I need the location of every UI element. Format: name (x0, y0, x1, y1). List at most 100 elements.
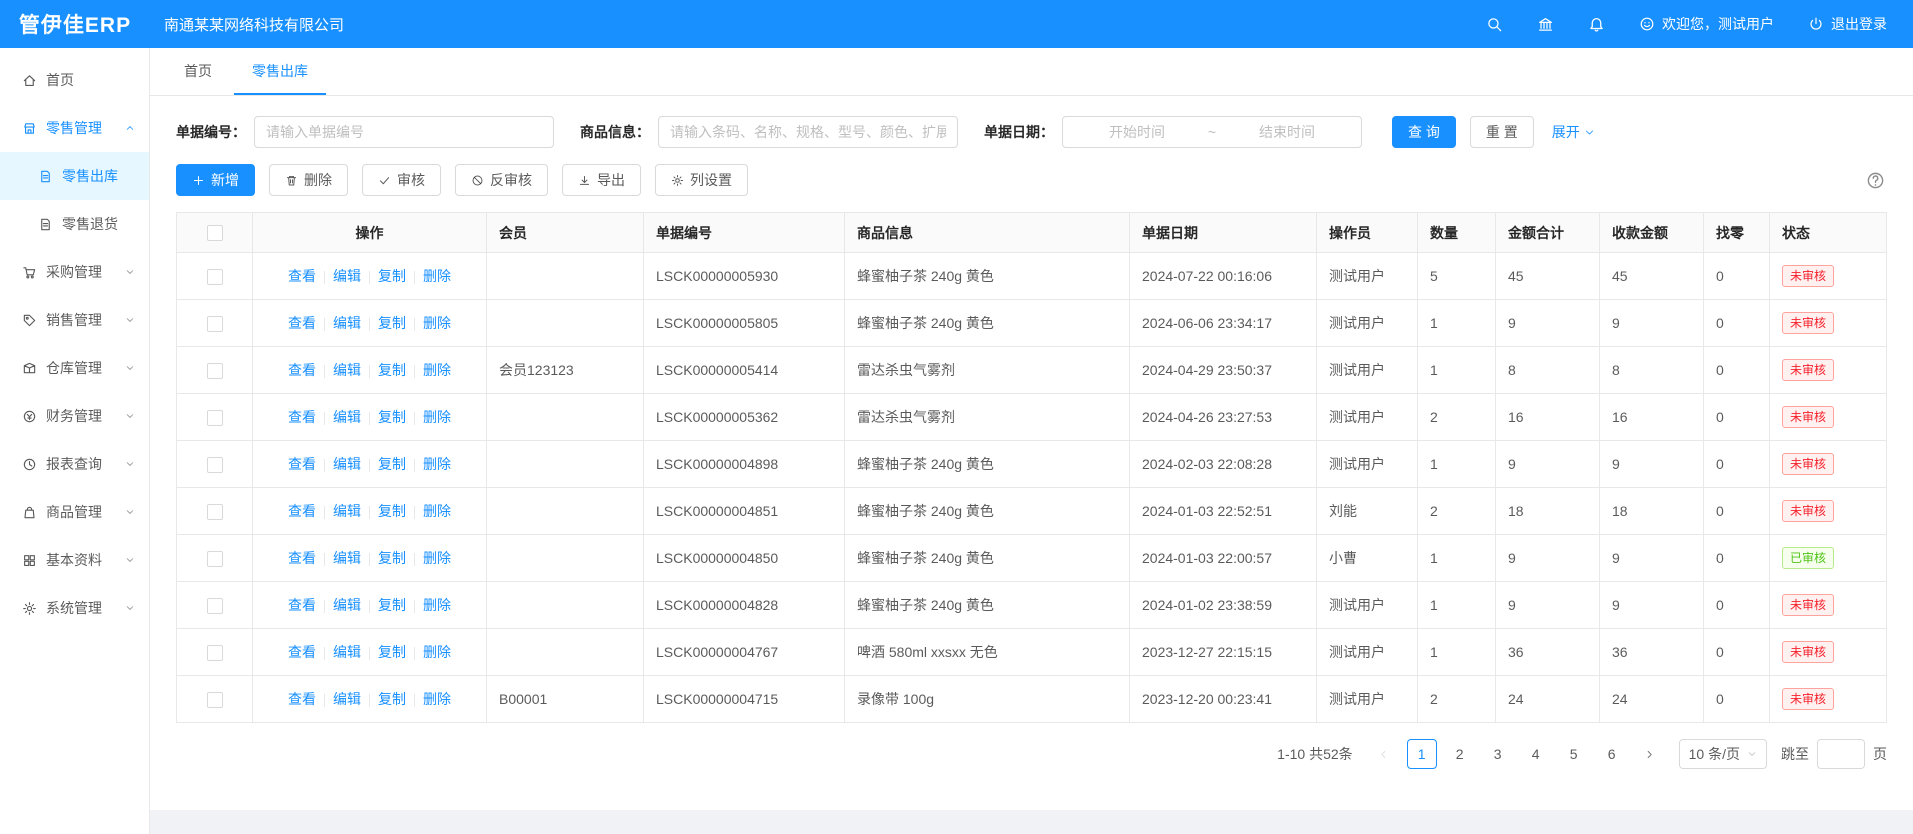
sidebar-item-retail-return[interactable]: 零售退货 (0, 200, 149, 248)
sidebar-item-goods[interactable]: 商品管理 (0, 488, 149, 536)
row-action-delete[interactable]: 删除 (423, 644, 451, 660)
pagination-page-4[interactable]: 4 (1521, 739, 1551, 769)
expand-filters-link[interactable]: 展开 (1552, 122, 1595, 142)
row-action-copy[interactable]: 复制 (378, 362, 406, 378)
delete-button[interactable]: 删除 (269, 164, 348, 196)
sidebar-item-finance[interactable]: 财务管理 (0, 392, 149, 440)
row-action-delete[interactable]: 删除 (423, 691, 451, 707)
row-action-edit[interactable]: 编辑 (333, 691, 361, 707)
select-all-checkbox[interactable] (207, 225, 223, 241)
date-range-picker[interactable]: ~ (1062, 116, 1362, 148)
row-checkbox[interactable] (207, 410, 223, 426)
row-action-copy[interactable]: 复制 (378, 503, 406, 519)
pagination-next[interactable] (1635, 739, 1665, 769)
row-action-copy[interactable]: 复制 (378, 691, 406, 707)
row-checkbox[interactable] (207, 692, 223, 708)
row-action-copy[interactable]: 复制 (378, 315, 406, 331)
row-action-view[interactable]: 查看 (288, 597, 316, 613)
row-action-delete[interactable]: 删除 (423, 550, 451, 566)
reset-button[interactable]: 重 置 (1470, 116, 1534, 148)
pagination-page-1[interactable]: 1 (1407, 739, 1437, 769)
row-action-copy[interactable]: 复制 (378, 597, 406, 613)
row-action-edit[interactable]: 编辑 (333, 597, 361, 613)
row-action-view[interactable]: 查看 (288, 644, 316, 660)
row-checkbox[interactable] (207, 457, 223, 473)
logout-button[interactable]: 退出登录 (1808, 14, 1887, 34)
row-action-edit[interactable]: 编辑 (333, 362, 361, 378)
row-action-edit[interactable]: 编辑 (333, 456, 361, 472)
row-action-delete[interactable]: 删除 (423, 456, 451, 472)
help-icon[interactable] (1866, 171, 1885, 190)
row-select-cell (177, 582, 253, 629)
page-size-select[interactable]: 10 条/页 (1679, 739, 1767, 769)
sidebar-item-retail[interactable]: 零售管理 (0, 104, 149, 152)
data-table: 操作会员单据编号商品信息单据日期操作员数量金额合计收款金额找零状态 查看编辑复制… (176, 212, 1887, 723)
search-icon[interactable] (1486, 16, 1503, 33)
bell-icon[interactable] (1588, 16, 1605, 33)
row-action-edit[interactable]: 编辑 (333, 268, 361, 284)
search-button[interactable]: 查 询 (1392, 116, 1456, 148)
row-action-view[interactable]: 查看 (288, 456, 316, 472)
export-button[interactable]: 导出 (562, 164, 641, 196)
sidebar-item-warehouse[interactable]: 仓库管理 (0, 344, 149, 392)
row-action-view[interactable]: 查看 (288, 315, 316, 331)
sidebar-item-retail-out[interactable]: 零售出库 (0, 152, 149, 200)
sidebar-item-sale[interactable]: 销售管理 (0, 296, 149, 344)
row-action-view[interactable]: 查看 (288, 691, 316, 707)
pagination-page-3[interactable]: 3 (1483, 739, 1513, 769)
pagination-prev[interactable] (1369, 739, 1399, 769)
row-action-edit[interactable]: 编辑 (333, 315, 361, 331)
row-action-view[interactable]: 查看 (288, 362, 316, 378)
row-action-copy[interactable]: 复制 (378, 644, 406, 660)
pagination-page-6[interactable]: 6 (1597, 739, 1627, 769)
row-checkbox[interactable] (207, 363, 223, 379)
row-action-view[interactable]: 查看 (288, 268, 316, 284)
row-action-delete[interactable]: 删除 (423, 503, 451, 519)
row-action-edit[interactable]: 编辑 (333, 503, 361, 519)
row-checkbox[interactable] (207, 269, 223, 285)
sidebar-item-base[interactable]: 基本资料 (0, 536, 149, 584)
bill-no-input[interactable] (254, 116, 554, 148)
row-action-view[interactable]: 查看 (288, 550, 316, 566)
bank-icon[interactable] (1537, 16, 1554, 33)
sidebar-item-system[interactable]: 系统管理 (0, 584, 149, 632)
row-action-copy[interactable]: 复制 (378, 456, 406, 472)
row-action-delete[interactable]: 删除 (423, 268, 451, 284)
sidebar-item-home[interactable]: 首页 (0, 56, 149, 104)
row-checkbox[interactable] (207, 551, 223, 567)
row-action-delete[interactable]: 删除 (423, 315, 451, 331)
add-button[interactable]: 新增 (176, 164, 255, 196)
cell-date: 2024-04-29 23:50:37 (1130, 347, 1317, 394)
row-action-edit[interactable]: 编辑 (333, 550, 361, 566)
welcome-user[interactable]: 欢迎您，测试用户 (1639, 14, 1774, 34)
column-settings-button[interactable]: 列设置 (655, 164, 748, 196)
row-action-delete[interactable]: 删除 (423, 362, 451, 378)
goods-input[interactable] (658, 116, 958, 148)
date-end-input[interactable] (1224, 124, 1350, 140)
jump-page-input[interactable] (1817, 739, 1865, 769)
cell-qty: 5 (1418, 253, 1496, 300)
row-action-delete[interactable]: 删除 (423, 409, 451, 425)
row-action-delete[interactable]: 删除 (423, 597, 451, 613)
row-checkbox[interactable] (207, 316, 223, 332)
row-action-copy[interactable]: 复制 (378, 550, 406, 566)
sidebar-item-report[interactable]: 报表查询 (0, 440, 149, 488)
row-checkbox[interactable] (207, 598, 223, 614)
row-action-edit[interactable]: 编辑 (333, 644, 361, 660)
plus-icon (192, 174, 205, 187)
pagination-page-2[interactable]: 2 (1445, 739, 1475, 769)
row-action-view[interactable]: 查看 (288, 409, 316, 425)
audit-button[interactable]: 审核 (362, 164, 441, 196)
date-start-input[interactable] (1074, 124, 1200, 140)
tab-retail-out[interactable]: 零售出库 (234, 48, 326, 95)
row-checkbox[interactable] (207, 645, 223, 661)
row-checkbox[interactable] (207, 504, 223, 520)
row-action-view[interactable]: 查看 (288, 503, 316, 519)
pagination-page-5[interactable]: 5 (1559, 739, 1589, 769)
row-action-copy[interactable]: 复制 (378, 268, 406, 284)
row-action-edit[interactable]: 编辑 (333, 409, 361, 425)
tab-home[interactable]: 首页 (166, 48, 230, 95)
row-action-copy[interactable]: 复制 (378, 409, 406, 425)
sidebar-item-purchase[interactable]: 采购管理 (0, 248, 149, 296)
unaudit-button[interactable]: 反审核 (455, 164, 548, 196)
